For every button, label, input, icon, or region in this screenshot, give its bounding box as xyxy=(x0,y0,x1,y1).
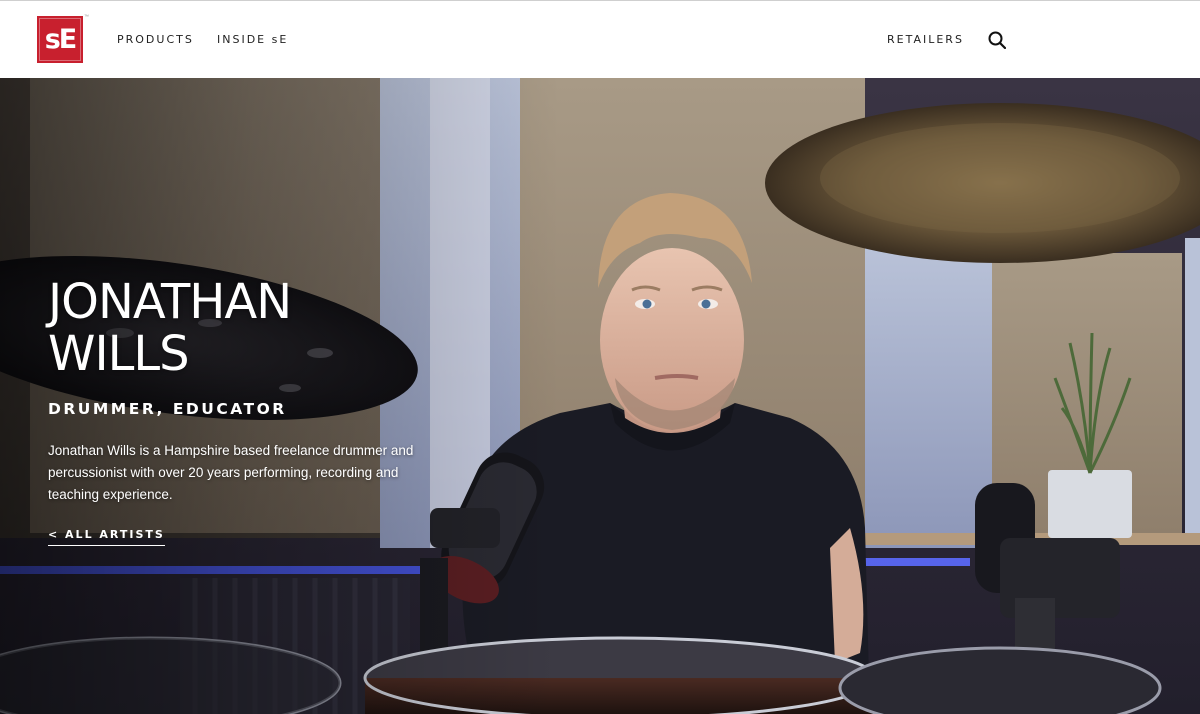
site-header: sE ™ PRODUCTS INSIDE sE RETAILERS xyxy=(0,0,1200,78)
artist-name: JONATHAN WILLS xyxy=(48,276,428,380)
nav-inside-se[interactable]: INSIDE sE xyxy=(217,33,288,46)
search-icon[interactable] xyxy=(988,31,1006,49)
trademark-mark: ™ xyxy=(84,14,89,20)
artist-hero: JONATHAN WILLS DRUMMER, EDUCATOR Jonatha… xyxy=(0,78,1200,714)
artist-bio: Jonathan Wills is a Hampshire based free… xyxy=(48,443,414,502)
all-artists-link[interactable]: < ALL ARTISTS xyxy=(48,528,165,546)
logo-text: sE xyxy=(44,24,77,55)
se-logo[interactable]: sE xyxy=(37,16,83,63)
artist-name-line1: JONATHAN xyxy=(48,274,292,330)
artist-role: DRUMMER, EDUCATOR xyxy=(48,400,287,418)
nav-products[interactable]: PRODUCTS xyxy=(117,33,194,46)
hero-photo xyxy=(0,78,1200,714)
nav-retailers[interactable]: RETAILERS xyxy=(887,33,964,46)
artist-name-line2: WILLS xyxy=(48,326,190,382)
